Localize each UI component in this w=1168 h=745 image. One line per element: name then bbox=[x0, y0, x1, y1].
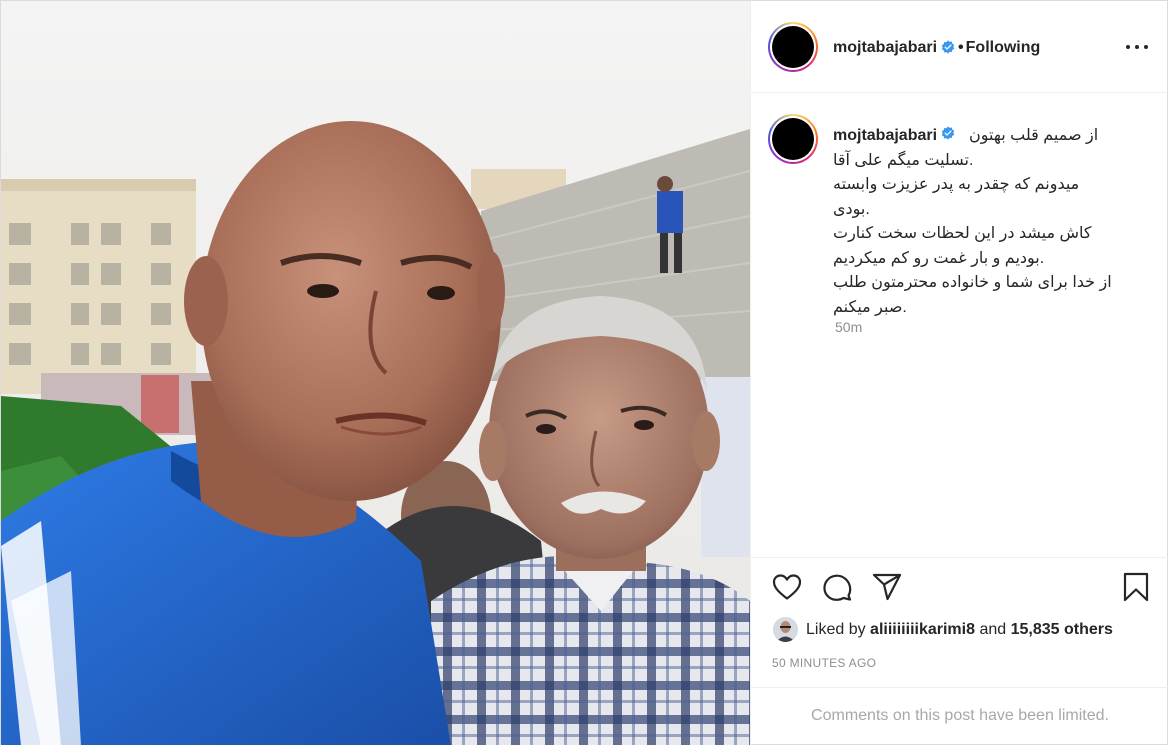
author-row: mojtabajabari • Following bbox=[833, 38, 1040, 58]
heart-icon[interactable] bbox=[771, 571, 803, 603]
instagram-post: mojtabajabari • Following mojtabajabari از … bbox=[0, 0, 1168, 745]
likes-prefix: Liked by bbox=[806, 621, 866, 638]
caption-first-line: mojtabajabari از صمیم قلب بهتون bbox=[833, 124, 1133, 149]
bookmark-icon[interactable] bbox=[1120, 571, 1152, 603]
caption-text-line: میدونم که چقدر به پدر عزیزت وابسته bbox=[833, 176, 1080, 193]
caption-text-line: بودیم و بار غمت رو کم میکردیم. bbox=[833, 249, 1045, 267]
verified-badge-icon bbox=[941, 40, 955, 54]
likes-others-link[interactable]: 15,835 others bbox=[1011, 621, 1113, 638]
author-username-link[interactable]: mojtabajabari bbox=[833, 39, 937, 56]
caption-text-line: کاش میشد در این لحظات سخت کنارت bbox=[833, 225, 1092, 242]
share-icon[interactable] bbox=[871, 571, 903, 603]
caption-username-link[interactable]: mojtabajabari bbox=[833, 124, 937, 149]
post-photo-image bbox=[1, 1, 750, 745]
caption-text-line: بودی. bbox=[833, 200, 870, 218]
separator-dot: • bbox=[958, 39, 964, 56]
action-bar bbox=[751, 571, 1168, 607]
caption: mojtabajabari از صمیم قلب بهتون تسلیت میگ… bbox=[833, 124, 1133, 320]
author-avatar-image bbox=[772, 26, 814, 68]
author-avatar[interactable] bbox=[768, 22, 818, 72]
caption-text-line: صبر میکنم. bbox=[833, 298, 907, 316]
caption-timestamp[interactable]: 50m bbox=[835, 319, 862, 335]
caption-text-line: از خدا برای شما و خانواده محترمتون طلب bbox=[833, 274, 1112, 291]
comments-limited-notice: Comments on this post have been limited. bbox=[751, 687, 1168, 745]
likes-text: Liked by aliiiiiiiikarimi8 and 15,835 ot… bbox=[806, 616, 1113, 644]
caption-text-line: تسلیت میگم علی آقا. bbox=[833, 151, 974, 169]
verified-badge-icon bbox=[941, 126, 955, 140]
post-header: mojtabajabari • Following bbox=[751, 1, 1168, 93]
comment-icon[interactable] bbox=[821, 571, 853, 603]
following-button[interactable]: Following bbox=[966, 39, 1041, 56]
caption-author-avatar-image bbox=[772, 118, 814, 160]
caption-author-avatar[interactable] bbox=[768, 114, 818, 164]
caption-section: mojtabajabari از صمیم قلب بهتون تسلیت میگ… bbox=[751, 94, 1168, 558]
post-photo[interactable] bbox=[1, 1, 750, 745]
more-options-icon[interactable] bbox=[1125, 37, 1149, 57]
liker-username-link[interactable]: aliiiiiiiikarimi8 bbox=[870, 621, 975, 638]
liker-avatar[interactable] bbox=[773, 617, 798, 642]
post-details-panel: mojtabajabari • Following mojtabajabari از … bbox=[750, 1, 1168, 745]
likes-connector: and bbox=[979, 621, 1007, 638]
post-time-ago[interactable]: 50 MINUTES AGO bbox=[772, 656, 876, 670]
caption-text-line: از صمیم قلب بهتون bbox=[969, 127, 1099, 144]
